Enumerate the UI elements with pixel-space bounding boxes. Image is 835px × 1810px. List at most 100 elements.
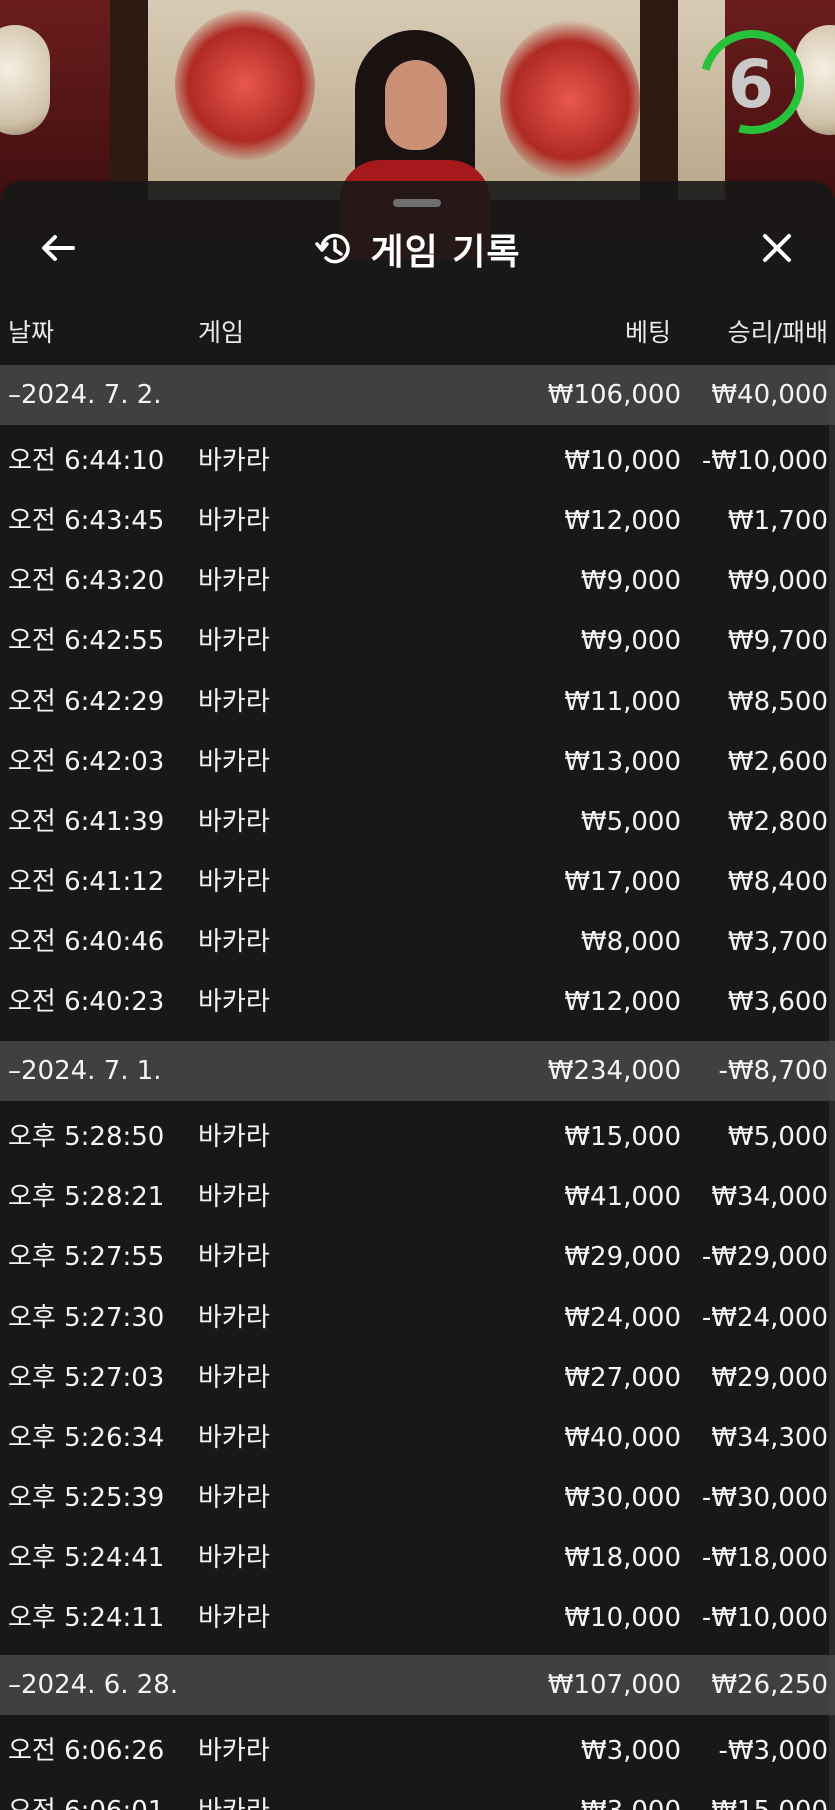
row-time: 오전 6:42:29 [8,687,165,717]
sheet-drag-handle[interactable] [393,199,441,207]
row-bet: ₩10,000 [564,1603,681,1633]
table-row[interactable]: 오후 5:26:34 바카라 ₩40,000 ₩34,300 [0,1408,835,1468]
row-game: 바카라 [198,687,270,717]
row-bet: ₩29,000 [564,1242,681,1272]
row-result: ₩34,000 [711,1182,828,1212]
date-group-row[interactable]: –2024. 7. 1. ₩234,000 -₩8,700 [0,1041,835,1101]
row-bet: ₩17,000 [564,867,681,897]
row-time: 오전 6:06:01 [8,1781,164,1810]
row-game: 바카라 [198,1736,270,1766]
table-row[interactable]: 오전 6:41:39 바카라 ₩5,000 ₩2,800 [0,792,835,852]
row-bet: ₩30,000 [564,1483,681,1513]
row-result: ₩2,800 [727,807,828,837]
group-bet-total: ₩106,000 [547,380,681,410]
row-time: 오후 5:24:11 [8,1603,165,1633]
group-bet-total: ₩234,000 [547,1056,681,1086]
history-clock-icon [315,233,351,264]
date-group-row[interactable]: –2024. 7. 2. ₩106,000 ₩40,000 [0,365,835,425]
row-time: 오후 5:27:55 [8,1242,165,1272]
row-game: 바카라 [198,1483,270,1513]
table-row[interactable]: 오전 6:06:26 바카라 ₩3,000 -₩3,000 [0,1721,835,1781]
row-bet: ₩5,000 [580,807,681,837]
row-result: ₩1,700 [727,506,828,536]
group-result-total: ₩40,000 [711,380,828,410]
row-time: 오전 6:43:20 [8,566,165,596]
row-time: 오전 6:41:12 [8,867,165,897]
row-game: 바카라 [198,867,270,897]
row-game: 바카라 [198,626,270,656]
group-result-total: -₩8,700 [718,1056,828,1086]
row-bet: ₩41,000 [564,1182,681,1212]
row-result: ₩8,500 [727,687,828,717]
row-bet: ₩12,000 [564,506,681,536]
row-result: ₩29,000 [711,1363,828,1393]
sheet-title: 게임 기록 [370,232,521,273]
row-game: 바카라 [198,1303,270,1333]
date-group-row[interactable]: –2024. 6. 28. ₩107,000 ₩26,250 [0,1655,835,1715]
table-row[interactable]: 오전 6:43:45 바카라 ₩12,000 ₩1,700 [0,491,835,551]
countdown-timer: 6 [728,46,774,123]
table-row[interactable]: 오후 5:24:41 바카라 ₩18,000 -₩18,000 [0,1528,835,1588]
row-bet: ₩40,000 [564,1423,681,1453]
table-row[interactable]: 오후 5:27:03 바카라 ₩27,000 ₩29,000 [0,1348,835,1408]
table-row[interactable]: 오전 6:42:29 바카라 ₩11,000 ₩8,500 [0,672,835,732]
dealer-face [385,60,447,150]
group-date: –2024. 7. 2. [8,380,162,410]
row-game: 바카라 [198,1122,270,1152]
row-result: -₩30,000 [701,1483,828,1513]
row-result: ₩3,700 [727,927,828,957]
row-game: 바카라 [198,927,270,957]
row-time: 오후 5:24:41 [8,1543,165,1573]
row-game: 바카라 [198,506,270,536]
table-row[interactable]: 오후 5:27:55 바카라 ₩29,000 -₩29,000 [0,1227,835,1287]
table-row[interactable]: 오전 6:40:46 바카라 ₩8,000 ₩3,700 [0,912,835,972]
row-result: ₩34,300 [711,1423,828,1453]
table-row[interactable]: 오후 5:25:39 바카라 ₩30,000 -₩30,000 [0,1468,835,1528]
table-row[interactable]: 오전 6:44:10 바카라 ₩10,000 -₩10,000 [0,431,835,491]
row-result: -₩10,000 [701,446,828,476]
row-game: 바카라 [198,566,270,596]
table-row[interactable]: 오후 5:27:30 바카라 ₩24,000 -₩24,000 [0,1288,835,1348]
row-time: 오후 5:27:03 [8,1363,165,1393]
table-row[interactable]: 오후 5:28:50 바카라 ₩15,000 ₩5,000 [0,1107,835,1167]
table-row[interactable]: 오후 5:24:11 바카라 ₩10,000 -₩10,000 [0,1588,835,1648]
row-time: 오전 6:06:26 [8,1736,165,1766]
row-bet: ₩27,000 [564,1363,681,1393]
row-time: 오후 5:25:39 [8,1483,165,1513]
table-row[interactable]: 오전 6:42:55 바카라 ₩9,000 ₩9,700 [0,611,835,671]
table-row[interactable]: 오전 6:43:20 바카라 ₩9,000 ₩9,000 [0,551,835,611]
row-bet: ₩24,000 [564,1303,681,1333]
row-result: ₩15,000 [711,1781,828,1810]
table-row[interactable]: 오전 6:42:03 바카라 ₩13,000 ₩2,600 [0,732,835,792]
row-result: -₩24,000 [701,1303,828,1333]
table-row[interactable]: 오전 6:41:12 바카라 ₩17,000 ₩8,400 [0,852,835,912]
group-date: –2024. 7. 1. [8,1056,162,1086]
column-header-bet: 베팅 [624,318,671,347]
table-row[interactable]: 오전 6:06:01 바카라 ₩3,000 ₩15,000 [0,1781,835,1810]
row-time: 오전 6:42:55 [8,626,165,656]
row-bet: ₩9,000 [580,626,681,656]
column-header-game: 게임 [198,318,245,347]
row-game: 바카라 [198,807,270,837]
row-time: 오전 6:40:46 [8,927,165,957]
row-result: ₩5,000 [727,1122,828,1152]
row-time: 오후 5:26:34 [8,1423,165,1453]
row-game: 바카라 [198,1781,270,1810]
row-time: 오전 6:42:03 [8,747,165,777]
row-game: 바카라 [198,446,270,476]
video-pillar-right [640,0,678,200]
row-game: 바카라 [198,1363,270,1393]
row-time: 오전 6:40:23 [8,987,165,1017]
table-row[interactable]: 오전 6:40:23 바카라 ₩12,000 ₩3,600 [0,972,835,1032]
cherry-blossom-right [500,20,640,180]
row-result: -₩3,000 [718,1736,828,1766]
row-bet: ₩3,000 [580,1736,681,1766]
close-button[interactable] [755,226,799,270]
row-game: 바카라 [198,1182,270,1212]
row-time: 오전 6:43:45 [8,506,165,536]
row-bet: ₩11,000 [564,687,681,717]
lantern-left [0,25,50,135]
sheet-header: 게임 기록 [0,225,835,273]
table-row[interactable]: 오후 5:28:21 바카라 ₩41,000 ₩34,000 [0,1167,835,1227]
row-time: 오후 5:27:30 [8,1303,165,1333]
